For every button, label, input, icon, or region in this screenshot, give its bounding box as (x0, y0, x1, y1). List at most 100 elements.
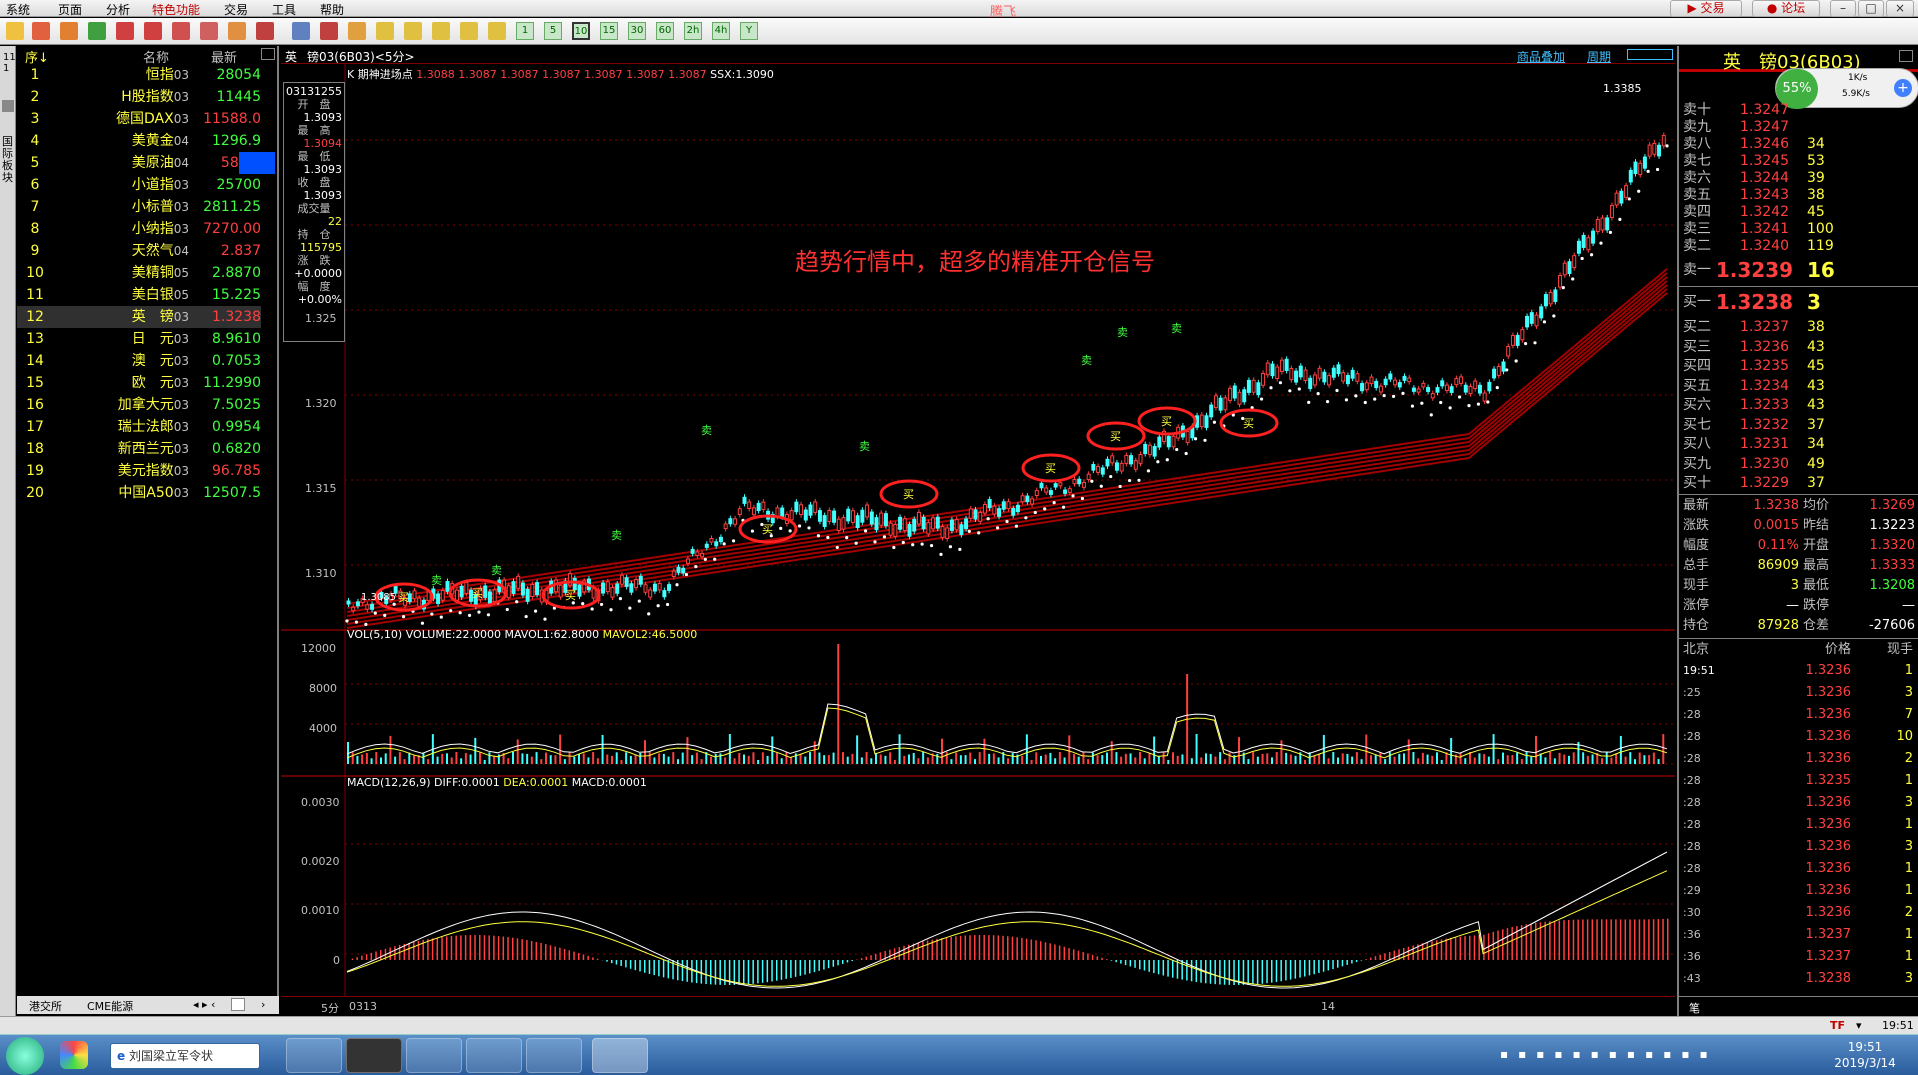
period-y-button[interactable]: Y (740, 22, 758, 40)
quote-row[interactable]: 20 中国A5003 12507.5 (17, 482, 261, 504)
buy-1[interactable]: 买一 1.3238 3 (1679, 288, 1918, 316)
buy-order[interactable]: 买七 1.3232 37 (1679, 416, 1918, 435)
sell-order[interactable]: 卖五 1.3243 38 (1679, 187, 1918, 204)
draw-icon[interactable] (200, 22, 218, 40)
taskbar-app-nox[interactable] (346, 1038, 402, 1073)
quote-row[interactable]: 8 小纳指03 7270.00 (17, 218, 261, 240)
filter-icon[interactable] (256, 22, 274, 40)
overlay-button[interactable]: 商品叠加 (1517, 48, 1565, 65)
period-30-button[interactable]: 30 (628, 22, 646, 40)
window-icon[interactable] (172, 22, 190, 40)
menu-page[interactable]: 页面 (58, 1, 82, 18)
table-icon[interactable] (292, 22, 310, 40)
footer-tab-cme[interactable]: CME能源 (87, 998, 133, 1014)
period-label[interactable]: 5分 (321, 1000, 339, 1016)
sell-order[interactable]: 卖六 1.3244 39 (1679, 170, 1918, 187)
period-10-button[interactable]: 10 (572, 22, 590, 40)
app-icon-1[interactable] (60, 1041, 88, 1069)
menu-help[interactable]: 帮助 (320, 1, 344, 18)
buy-order[interactable]: 买五 1.3234 43 (1679, 377, 1918, 396)
zoom-out-icon[interactable] (144, 22, 162, 40)
ie-icon[interactable]: e (111, 1049, 125, 1063)
minimize-button[interactable]: – (1830, 0, 1856, 17)
sell-order[interactable]: 卖二 1.3240 119 (1679, 238, 1918, 255)
tab-ticks[interactable]: 笔 (1689, 1000, 1700, 1016)
menu-special[interactable]: 特色功能 (152, 1, 200, 18)
quote-row[interactable]: 18 新西兰元03 0.6820 (17, 438, 261, 460)
brush-icon[interactable] (228, 22, 246, 40)
period-15-button[interactable]: 15 (600, 22, 618, 40)
list-window-icon[interactable] (261, 48, 275, 60)
menu-analysis[interactable]: 分析 (106, 1, 130, 18)
period-5-button[interactable]: 5 (544, 22, 562, 40)
quote-row[interactable]: 13 日 元03 8.9610 (17, 328, 261, 350)
buy-order[interactable]: 买六 1.3233 43 (1679, 396, 1918, 415)
clock-time[interactable]: 19:51 (1820, 1039, 1910, 1055)
buy-order[interactable]: 买四 1.3235 45 (1679, 357, 1918, 376)
sell-order[interactable]: 卖八 1.3246 34 (1679, 136, 1918, 153)
panel-window-icon[interactable] (1899, 50, 1913, 62)
footer-scroll-arrows-icon[interactable]: ◂ ▸ ‹ (193, 998, 215, 1011)
quote-row[interactable]: 1 恒指03 28054 (17, 64, 261, 86)
week-icon[interactable] (404, 22, 422, 40)
sell-order[interactable]: 卖十 1.3247 (1679, 102, 1918, 119)
taskbar-app-refresh[interactable] (466, 1038, 522, 1073)
clock-date[interactable]: 2019/3/14 (1820, 1055, 1910, 1071)
month-icon[interactable] (432, 22, 450, 40)
quote-icon[interactable] (60, 22, 78, 40)
footer-tab-hkex[interactable]: 港交所 (29, 998, 62, 1014)
menu-trade[interactable]: 交易 (224, 1, 248, 18)
quote-row[interactable]: 9 天然气04 2.837 (17, 240, 261, 262)
period-1-button[interactable]: 1 (516, 22, 534, 40)
chart-icon[interactable] (320, 22, 338, 40)
quote-row[interactable]: 10 美精铜05 2.8870 (17, 262, 261, 284)
period-link[interactable]: 周期 (1587, 48, 1611, 65)
forum-button[interactable]: ● 论坛 (1752, 0, 1820, 17)
period-4h-button[interactable]: 4h (712, 22, 730, 40)
quote-row[interactable]: 12 英 镑03 1.3238 (17, 306, 261, 328)
quote-row[interactable]: 6 小道指03 25700 (17, 174, 261, 196)
start-button[interactable] (6, 1037, 44, 1075)
taskbar-app-browser[interactable] (526, 1038, 582, 1073)
calendar-icon[interactable] (348, 22, 366, 40)
sell-order[interactable]: 卖四 1.3242 45 (1679, 204, 1918, 221)
buy-order[interactable]: 买八 1.3231 34 (1679, 435, 1918, 454)
ie-search-text[interactable]: 刘国梁立军令状 (129, 1049, 213, 1063)
trade-button[interactable]: ▶ 交易 (1670, 0, 1742, 17)
quote-row[interactable]: 15 欧 元03 11.2990 (17, 372, 261, 394)
taskbar-app-trading[interactable] (592, 1038, 648, 1073)
footer-scroll-right-icon[interactable]: › (261, 998, 265, 1011)
quote-row[interactable]: 2 H股指数03 11445 (17, 86, 261, 108)
sell-order[interactable]: 卖三 1.3241 100 (1679, 221, 1918, 238)
quote-row[interactable]: 7 小标普03 2811.25 (17, 196, 261, 218)
quote-row[interactable]: 19 美元指数03 96.785 (17, 460, 261, 482)
home-icon[interactable] (32, 22, 50, 40)
tab-international[interactable]: 国际板块 (2, 136, 14, 184)
quote-row[interactable]: 4 美黄金04 1296.9 (17, 130, 261, 152)
buy-order[interactable]: 买九 1.3230 49 (1679, 455, 1918, 474)
refresh-icon[interactable] (88, 22, 106, 40)
kline-chart[interactable]: 买买买买买买买买 买卖卖卖卖卖卖卖卖 (281, 64, 1675, 1016)
quote-row[interactable]: 17 瑞士法郎03 0.9954 (17, 416, 261, 438)
taskbar-app-cloud[interactable] (286, 1038, 342, 1073)
cross-icon[interactable] (488, 22, 506, 40)
quote-row[interactable]: 14 澳 元03 0.7053 (17, 350, 261, 372)
chart-window-icons[interactable] (1627, 49, 1673, 60)
period-60-button[interactable]: 60 (656, 22, 674, 40)
back-icon[interactable] (6, 22, 24, 40)
quote-row[interactable]: 11 美白银05 15.225 (17, 284, 261, 306)
buy-order[interactable]: 买十 1.3229 37 (1679, 474, 1918, 493)
footer-scroll-thumb[interactable] (231, 998, 245, 1011)
period-2h-button[interactable]: 2h (684, 22, 702, 40)
menu-tools[interactable]: 工具 (272, 1, 296, 18)
close-button[interactable]: × (1886, 0, 1914, 17)
quote-row[interactable]: 16 加拿大元03 7.5025 (17, 394, 261, 416)
buy-order[interactable]: 买二 1.3237 38 (1679, 318, 1918, 337)
quote-row[interactable]: 5美原油0458.16 (17, 152, 261, 174)
day-icon[interactable] (376, 22, 394, 40)
sell-1[interactable]: 卖一 1.3239 16 (1679, 256, 1918, 284)
sell-order[interactable]: 卖九 1.3247 (1679, 119, 1918, 136)
menu-system[interactable]: 系统 (6, 1, 30, 18)
taskbar-app-plus[interactable] (406, 1038, 462, 1073)
plus-icon[interactable]: + (1894, 79, 1912, 97)
